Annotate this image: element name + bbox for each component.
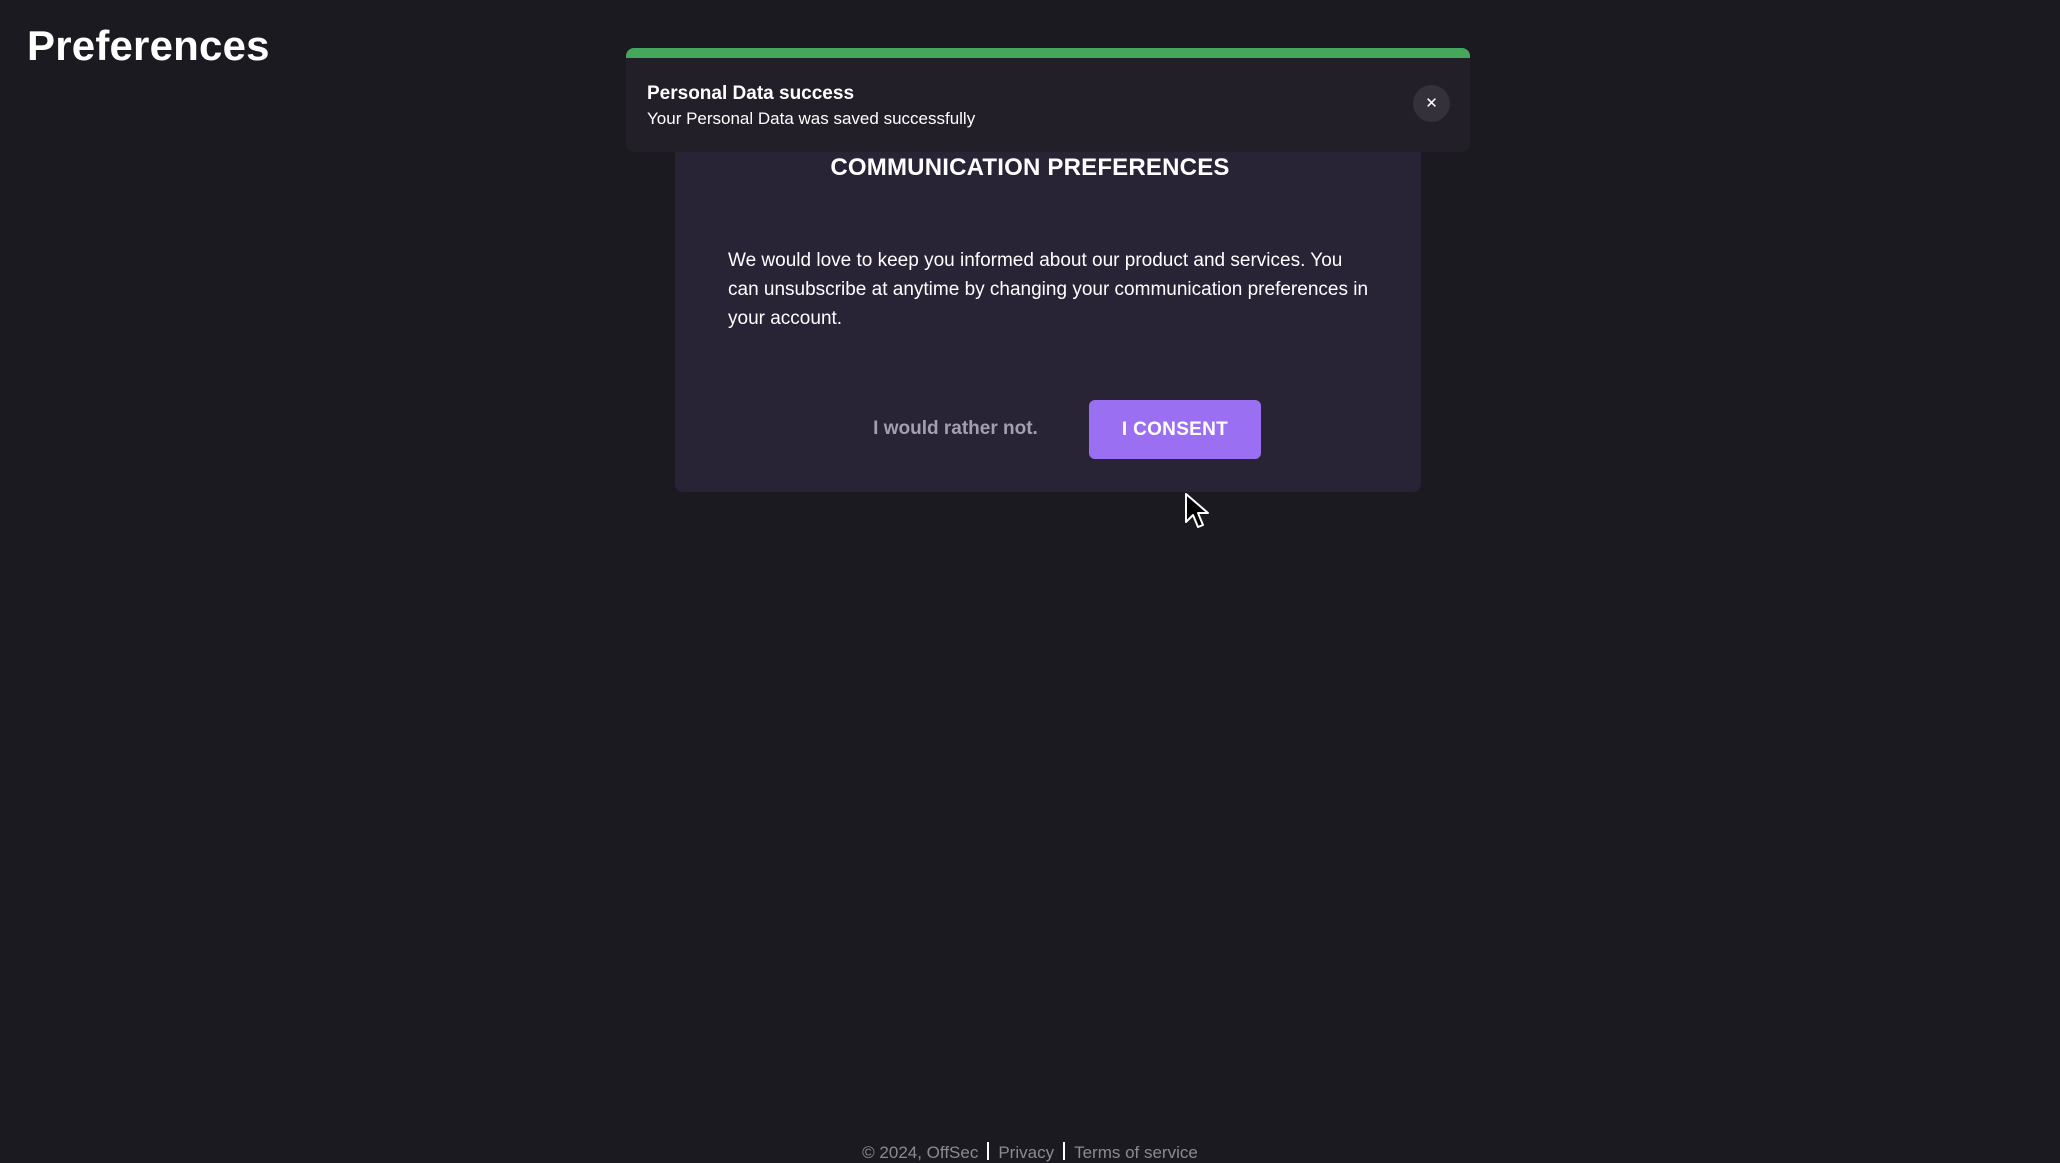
consent-button[interactable]: I CONSENT (1089, 400, 1261, 459)
card-title: COMMUNICATION PREFERENCES (830, 154, 1230, 181)
footer-terms-link[interactable]: Terms of service (1074, 1143, 1198, 1162)
footer-privacy-link[interactable]: Privacy (998, 1143, 1054, 1162)
footer: © 2024, OffSec Privacy Terms of service (0, 1142, 2060, 1163)
footer-separator (987, 1142, 990, 1160)
success-toast: Personal Data success Your Personal Data… (626, 48, 1470, 152)
toast-message: Your Personal Data was saved successfull… (647, 109, 976, 128)
card-body-text: We would love to keep you informed about… (728, 250, 1369, 329)
toast-close-button[interactable]: ✕ (1413, 85, 1450, 122)
footer-separator (1063, 1142, 1066, 1160)
toast-accent-bar (626, 48, 1470, 58)
decline-button[interactable]: I would rather not. (843, 400, 1068, 458)
toast-title: Personal Data success (647, 83, 855, 104)
mouse-pointer-icon (1185, 493, 1209, 528)
footer-copyright: © 2024, OffSec (862, 1143, 979, 1162)
close-icon: ✕ (1425, 94, 1438, 112)
page-title: Preferences (27, 22, 270, 69)
